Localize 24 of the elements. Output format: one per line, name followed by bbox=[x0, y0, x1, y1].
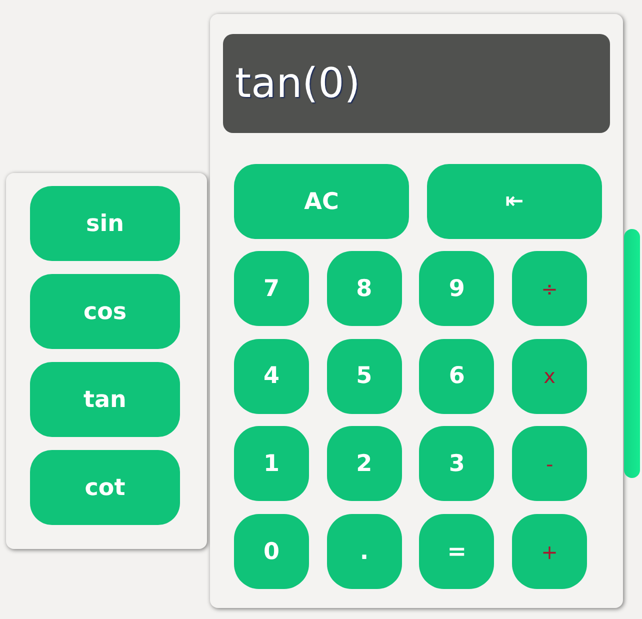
digit-key[interactable]: 3 bbox=[419, 426, 494, 502]
calculator-display: tan(0) bbox=[223, 34, 610, 133]
scrollbar-thumb[interactable] bbox=[624, 229, 640, 478]
clear-button[interactable]: AC bbox=[234, 164, 409, 239]
operator-key[interactable]: ÷ bbox=[512, 251, 588, 326]
function-button[interactable]: sin bbox=[30, 186, 180, 261]
backspace-button[interactable]: ⇤ bbox=[427, 164, 602, 239]
function-button[interactable]: cos bbox=[30, 274, 180, 349]
digit-key[interactable]: 6 bbox=[419, 338, 494, 414]
digit-key[interactable]: 2 bbox=[326, 426, 402, 502]
operator-key[interactable]: + bbox=[512, 514, 588, 590]
function-button[interactable]: tan bbox=[30, 362, 180, 437]
function-button[interactable]: cot bbox=[30, 450, 180, 525]
digit-key[interactable]: 1 bbox=[234, 426, 309, 502]
digit-key[interactable]: 5 bbox=[326, 338, 402, 414]
digit-key[interactable]: 4 bbox=[234, 338, 309, 414]
equals-key[interactable]: = bbox=[419, 514, 494, 590]
digit-key[interactable]: 9 bbox=[419, 251, 494, 326]
digit-key[interactable]: 7 bbox=[234, 251, 309, 326]
digit-key[interactable]: 8 bbox=[326, 251, 402, 326]
operator-key[interactable]: - bbox=[512, 426, 588, 502]
operator-key[interactable]: x bbox=[512, 338, 588, 414]
decimal-point-key[interactable]: . bbox=[326, 514, 402, 590]
digit-key[interactable]: 0 bbox=[234, 514, 309, 590]
